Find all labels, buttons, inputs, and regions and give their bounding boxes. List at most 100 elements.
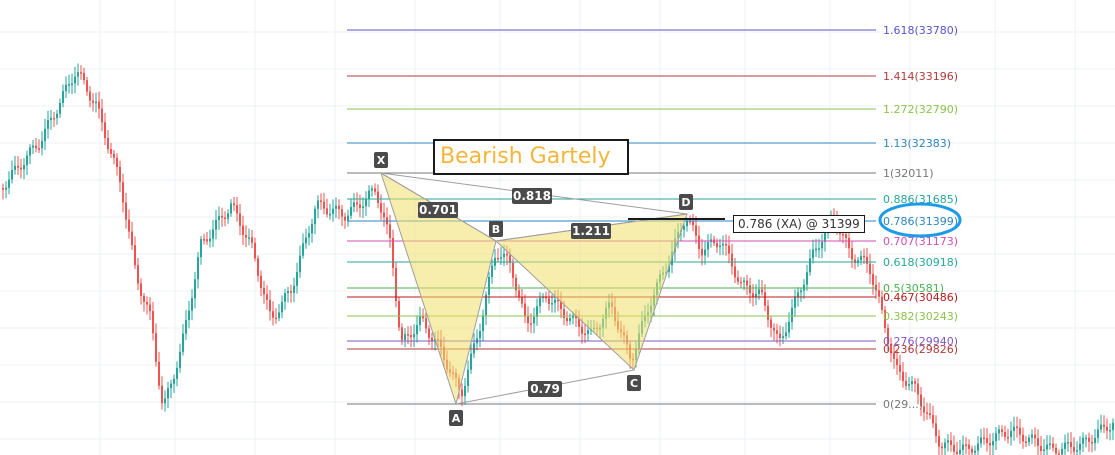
candle [311, 218, 313, 243]
candle [422, 308, 424, 322]
candle [929, 403, 931, 420]
candle [998, 425, 1000, 441]
candle [353, 193, 355, 213]
candle [83, 67, 85, 85]
candle [749, 277, 751, 304]
candle [704, 240, 706, 265]
price-chart[interactable]: 1.618(33780) 1.414(33196) 1.272(32790) 1.13… [0, 0, 1115, 455]
point-a-label[interactable]: A [449, 410, 463, 426]
candle [695, 216, 697, 244]
candle [236, 196, 238, 222]
candle [1085, 434, 1087, 448]
candle [767, 299, 769, 328]
candle [152, 302, 154, 341]
candle [902, 362, 904, 388]
candle [1025, 436, 1027, 447]
candle [206, 231, 208, 245]
candle [989, 433, 991, 455]
candle [101, 98, 103, 132]
candle [536, 298, 538, 326]
candle [533, 307, 535, 334]
candle [1100, 414, 1102, 433]
point-c-label[interactable]: C [627, 375, 641, 391]
candle [1061, 442, 1063, 455]
candle [248, 228, 250, 246]
candle [821, 233, 823, 259]
candle [818, 238, 820, 258]
chart-area[interactable]: 1.618(33780) 1.414(33196) 1.272(32790) 1.13… [0, 0, 1115, 455]
candle [131, 221, 133, 250]
candle [476, 329, 478, 351]
candle [134, 236, 136, 270]
candle [74, 66, 76, 94]
candle [542, 293, 544, 303]
candle [20, 158, 22, 179]
ratio-xd-label[interactable]: 0.818 [512, 188, 552, 204]
candle [875, 275, 877, 299]
candle [185, 310, 187, 340]
candle [1010, 421, 1012, 446]
candle [728, 235, 730, 264]
fib-level[interactable]: 1.272(32790) [347, 103, 958, 116]
candle [116, 153, 118, 176]
candle [1037, 429, 1039, 455]
candle [332, 199, 334, 222]
candle [851, 241, 853, 268]
candle [401, 323, 403, 345]
fib-level[interactable]: 1.414(33196) [347, 70, 958, 83]
candle [50, 110, 52, 130]
candle [269, 290, 271, 321]
candle [44, 118, 46, 150]
point-x-label[interactable]: X [374, 152, 388, 168]
ratio-xb-label[interactable]: 0.701 [418, 202, 458, 218]
candle [380, 194, 382, 221]
svg-text:0.818: 0.818 [513, 189, 551, 203]
candle [68, 74, 70, 94]
candle [254, 237, 256, 262]
candle [149, 297, 151, 321]
candle [947, 434, 949, 452]
candle [791, 298, 793, 330]
candle [38, 139, 40, 153]
candle [974, 445, 976, 455]
candle [914, 378, 916, 393]
fib-level[interactable]: 1.618(33780) [347, 24, 958, 37]
candle [263, 280, 265, 304]
candle [287, 286, 289, 303]
candle [275, 308, 277, 324]
candle [959, 440, 961, 455]
candle [167, 381, 169, 409]
fib-level-label: 1.272(32790) [883, 103, 958, 116]
point-d-label[interactable]: D [679, 194, 693, 210]
candle [191, 289, 193, 321]
candle [104, 112, 106, 146]
ratio-ac-label[interactable]: 0.79 [528, 381, 562, 397]
ratio-bd-label[interactable]: 1.211 [571, 223, 611, 239]
candle [899, 355, 901, 381]
candle [179, 343, 181, 373]
candle [86, 76, 88, 96]
candle [308, 225, 310, 246]
pattern-title[interactable]: Bearish Gartely [433, 139, 629, 175]
candle [872, 264, 874, 295]
candle [113, 149, 115, 165]
fib-level-label: 1.13(32383) [883, 137, 951, 150]
price-annotation[interactable]: 0.786 (XA) @ 31399 [733, 215, 865, 233]
candle [143, 292, 145, 312]
candle [980, 428, 982, 448]
candle [158, 351, 160, 390]
fib-level-label: 1.618(33780) [883, 24, 958, 37]
candle [203, 233, 205, 245]
candle [722, 235, 724, 256]
candle [740, 276, 742, 288]
point-b-label[interactable]: B [489, 221, 503, 237]
candle [305, 228, 307, 249]
candle [983, 427, 985, 445]
fib-level[interactable]: 0(29...) [347, 398, 923, 411]
candle [56, 109, 58, 125]
candle [746, 274, 748, 295]
candle [299, 245, 301, 278]
candle [479, 323, 481, 348]
candle [140, 278, 142, 305]
candle [1001, 425, 1003, 437]
